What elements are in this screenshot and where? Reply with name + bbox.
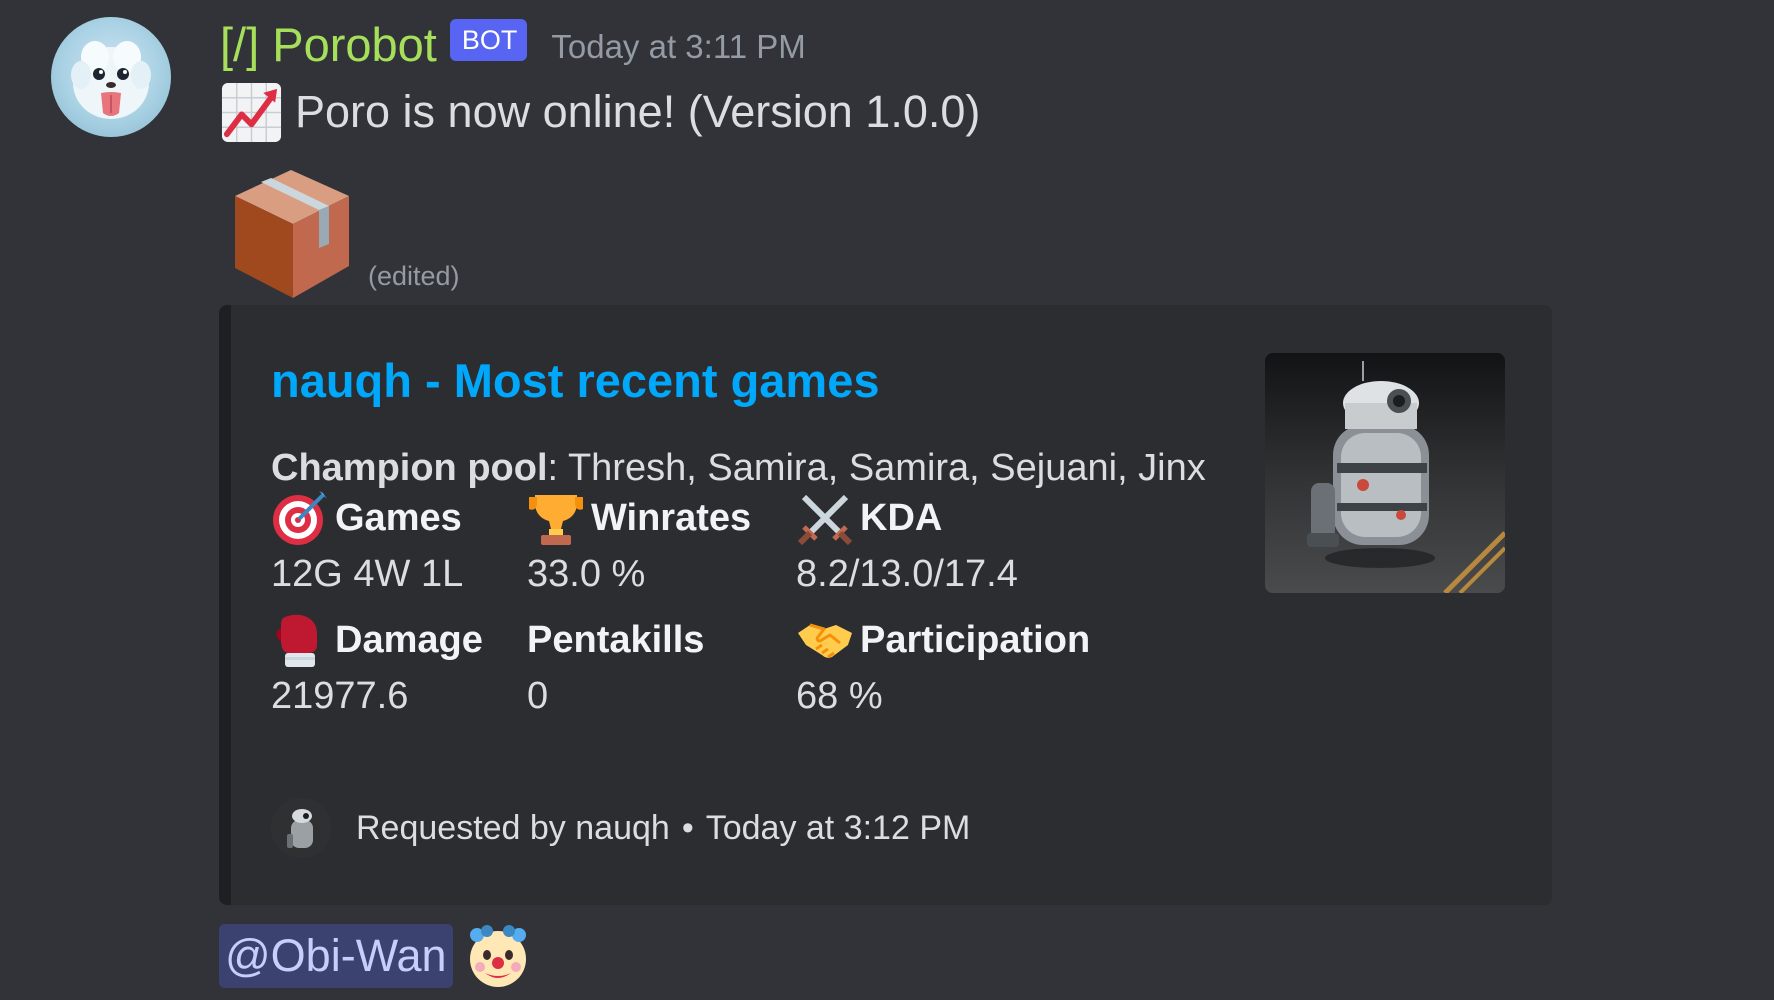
mention-line: @Obi-Wan — [219, 922, 533, 990]
embed-description: Champion pool: Thresh, Samira, Samira, S… — [271, 447, 1206, 490]
bot-badge: BOT — [449, 19, 528, 61]
clown-face-icon — [469, 925, 526, 987]
message-header: [/] Porobot BOT Today at 3:11 PM — [220, 14, 806, 74]
field-name-winrates: Winrates — [591, 496, 752, 539]
field-pentakills: Pentakills 0 — [527, 611, 704, 718]
embed-title[interactable]: nauqh - Most recent games — [271, 353, 880, 408]
poro-avatar-icon[interactable] — [51, 17, 171, 137]
message-timestamp[interactable]: Today at 3:11 PM — [551, 28, 805, 66]
field-games: Games 12G 4W 1L — [271, 489, 463, 596]
field-name-pentakills: Pentakills — [527, 618, 705, 661]
edited-label: (edited) — [368, 261, 460, 291]
footer-separator: • — [681, 808, 694, 847]
bot-message: [/] Porobot BOT Today at 3:11 PM Poro is… — [0, 0, 1774, 1000]
field-damage: Damage 21977.6 — [271, 611, 483, 718]
boxing-glove-icon — [276, 614, 317, 667]
field-name-games: Games — [335, 496, 462, 539]
embed-card: nauqh - Most recent games Champion pool:… — [219, 305, 1552, 905]
embed-footer: Requested by nauqh • Today at 3:12 PM — [271, 798, 970, 858]
champion-pool-label: Champion pool — [271, 447, 548, 489]
field-value-pentakills: 0 — [527, 675, 549, 717]
field-value-kda: 8.2/13.0/17.4 — [796, 553, 1018, 595]
package-line: (edited) — [230, 152, 460, 302]
trophy-icon — [529, 495, 583, 545]
field-name-participation: Participation — [860, 618, 1091, 661]
status-text: Poro is now online! (Version 1.0.0) — [295, 86, 981, 137]
package-icon — [235, 170, 349, 298]
crossed-swords-icon — [797, 494, 853, 546]
bot-username[interactable]: [/] Porobot — [220, 17, 437, 72]
footer-timestamp: Today at 3:12 PM — [705, 808, 971, 847]
field-winrates: Winrates 33.0 % — [527, 489, 751, 596]
status-line: Poro is now online! (Version 1.0.0) — [220, 80, 980, 144]
robot-droid-thumbnail[interactable] — [1265, 353, 1505, 593]
user-mention[interactable]: @Obi-Wan — [219, 924, 453, 988]
field-value-damage: 21977.6 — [271, 675, 409, 717]
chart-increasing-icon — [221, 82, 282, 142]
requester-avatar-icon — [271, 798, 331, 858]
champion-pool-value: : Thresh, Samira, Samira, Sejuani, Jinx — [547, 447, 1206, 489]
field-kda: KDA 8.2/13.0/17.4 — [796, 489, 1018, 596]
field-value-games: 12G 4W 1L — [271, 553, 464, 595]
footer-requested-by: Requested by nauqh — [356, 808, 670, 847]
field-value-winrates: 33.0 % — [527, 553, 646, 595]
direct-hit-icon — [273, 491, 327, 545]
field-name-kda: KDA — [860, 496, 943, 539]
field-value-participation: 68 % — [796, 675, 883, 717]
field-name-damage: Damage — [335, 618, 483, 661]
field-participation: Participation 68 % — [796, 611, 1090, 718]
handshake-icon — [798, 623, 852, 659]
